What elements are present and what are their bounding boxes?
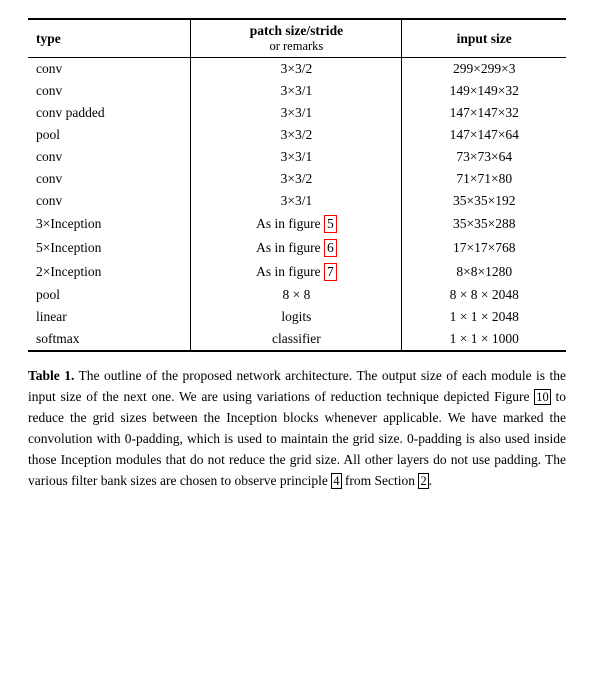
cell-input: 147×147×32 bbox=[402, 102, 566, 124]
cell-input: 8 × 8 × 2048 bbox=[402, 284, 566, 306]
cell-patch: classifier bbox=[191, 328, 402, 351]
figure-ref-highlighted: 6 bbox=[324, 239, 337, 257]
architecture-table: type patch size/stride or remarks input … bbox=[28, 18, 566, 352]
col-patch-sub-label: or remarks bbox=[269, 39, 323, 54]
cell-patch: logits bbox=[191, 306, 402, 328]
table-row: 2×InceptionAs in figure 78×8×1280 bbox=[28, 260, 566, 284]
cell-input: 299×299×3 bbox=[402, 58, 566, 81]
table-row: conv3×3/173×73×64 bbox=[28, 146, 566, 168]
cell-input: 1 × 1 × 1000 bbox=[402, 328, 566, 351]
cell-patch: 3×3/2 bbox=[191, 168, 402, 190]
col-patch-header: patch size/stride or remarks bbox=[191, 19, 402, 58]
table-row: 5×InceptionAs in figure 617×17×768 bbox=[28, 236, 566, 260]
cell-input: 8×8×1280 bbox=[402, 260, 566, 284]
table-row: conv3×3/271×71×80 bbox=[28, 168, 566, 190]
cell-patch: 3×3/1 bbox=[191, 80, 402, 102]
caption-ref1: 10 bbox=[534, 389, 551, 405]
cell-type: 3×Inception bbox=[28, 212, 191, 236]
col-input-header: input size bbox=[402, 19, 566, 58]
cell-patch: As in figure 6 bbox=[191, 236, 402, 260]
col-patch-main-label: patch size/stride bbox=[250, 23, 343, 39]
cell-patch: 3×3/2 bbox=[191, 124, 402, 146]
cell-type: pool bbox=[28, 284, 191, 306]
cell-patch: 3×3/1 bbox=[191, 102, 402, 124]
cell-input: 17×17×768 bbox=[402, 236, 566, 260]
cell-type: conv bbox=[28, 146, 191, 168]
cell-input: 73×73×64 bbox=[402, 146, 566, 168]
cell-input: 149×149×32 bbox=[402, 80, 566, 102]
cell-type: 5×Inception bbox=[28, 236, 191, 260]
cell-type: conv padded bbox=[28, 102, 191, 124]
cell-input: 1 × 1 × 2048 bbox=[402, 306, 566, 328]
col-type-header: type bbox=[28, 19, 191, 58]
cell-patch: 8 × 8 bbox=[191, 284, 402, 306]
cell-type: linear bbox=[28, 306, 191, 328]
figure-ref-highlighted: 5 bbox=[324, 215, 337, 233]
cell-input: 35×35×192 bbox=[402, 190, 566, 212]
figure-ref-highlighted: 7 bbox=[324, 263, 337, 281]
cell-type: conv bbox=[28, 168, 191, 190]
caption-ref3: 2 bbox=[418, 473, 428, 489]
cell-type: conv bbox=[28, 80, 191, 102]
cell-type: softmax bbox=[28, 328, 191, 351]
table-row: pool8 × 88 × 8 × 2048 bbox=[28, 284, 566, 306]
cell-type: pool bbox=[28, 124, 191, 146]
caption-text1: The outline of the proposed network arch… bbox=[28, 368, 566, 404]
caption-ref2: 4 bbox=[331, 473, 341, 489]
table-row: pool3×3/2147×147×64 bbox=[28, 124, 566, 146]
cell-patch: As in figure 7 bbox=[191, 260, 402, 284]
table-row: linearlogits1 × 1 × 2048 bbox=[28, 306, 566, 328]
caption-text3: from Section bbox=[342, 473, 419, 488]
cell-patch: 3×3/1 bbox=[191, 146, 402, 168]
cell-patch: 3×3/2 bbox=[191, 58, 402, 81]
cell-input: 71×71×80 bbox=[402, 168, 566, 190]
table-row: softmaxclassifier1 × 1 × 1000 bbox=[28, 328, 566, 351]
table-row: conv3×3/1149×149×32 bbox=[28, 80, 566, 102]
cell-input: 147×147×64 bbox=[402, 124, 566, 146]
table-row: conv padded3×3/1147×147×32 bbox=[28, 102, 566, 124]
cell-type: conv bbox=[28, 190, 191, 212]
cell-type: 2×Inception bbox=[28, 260, 191, 284]
caption-label: Table 1. bbox=[28, 368, 74, 383]
table-caption: Table 1. The outline of the proposed net… bbox=[28, 366, 566, 492]
cell-patch: 3×3/1 bbox=[191, 190, 402, 212]
cell-type: conv bbox=[28, 58, 191, 81]
cell-patch: As in figure 5 bbox=[191, 212, 402, 236]
cell-input: 35×35×288 bbox=[402, 212, 566, 236]
table-row: conv3×3/2299×299×3 bbox=[28, 58, 566, 81]
table-row: conv3×3/135×35×192 bbox=[28, 190, 566, 212]
table-row: 3×InceptionAs in figure 535×35×288 bbox=[28, 212, 566, 236]
caption-text4: . bbox=[429, 473, 432, 488]
